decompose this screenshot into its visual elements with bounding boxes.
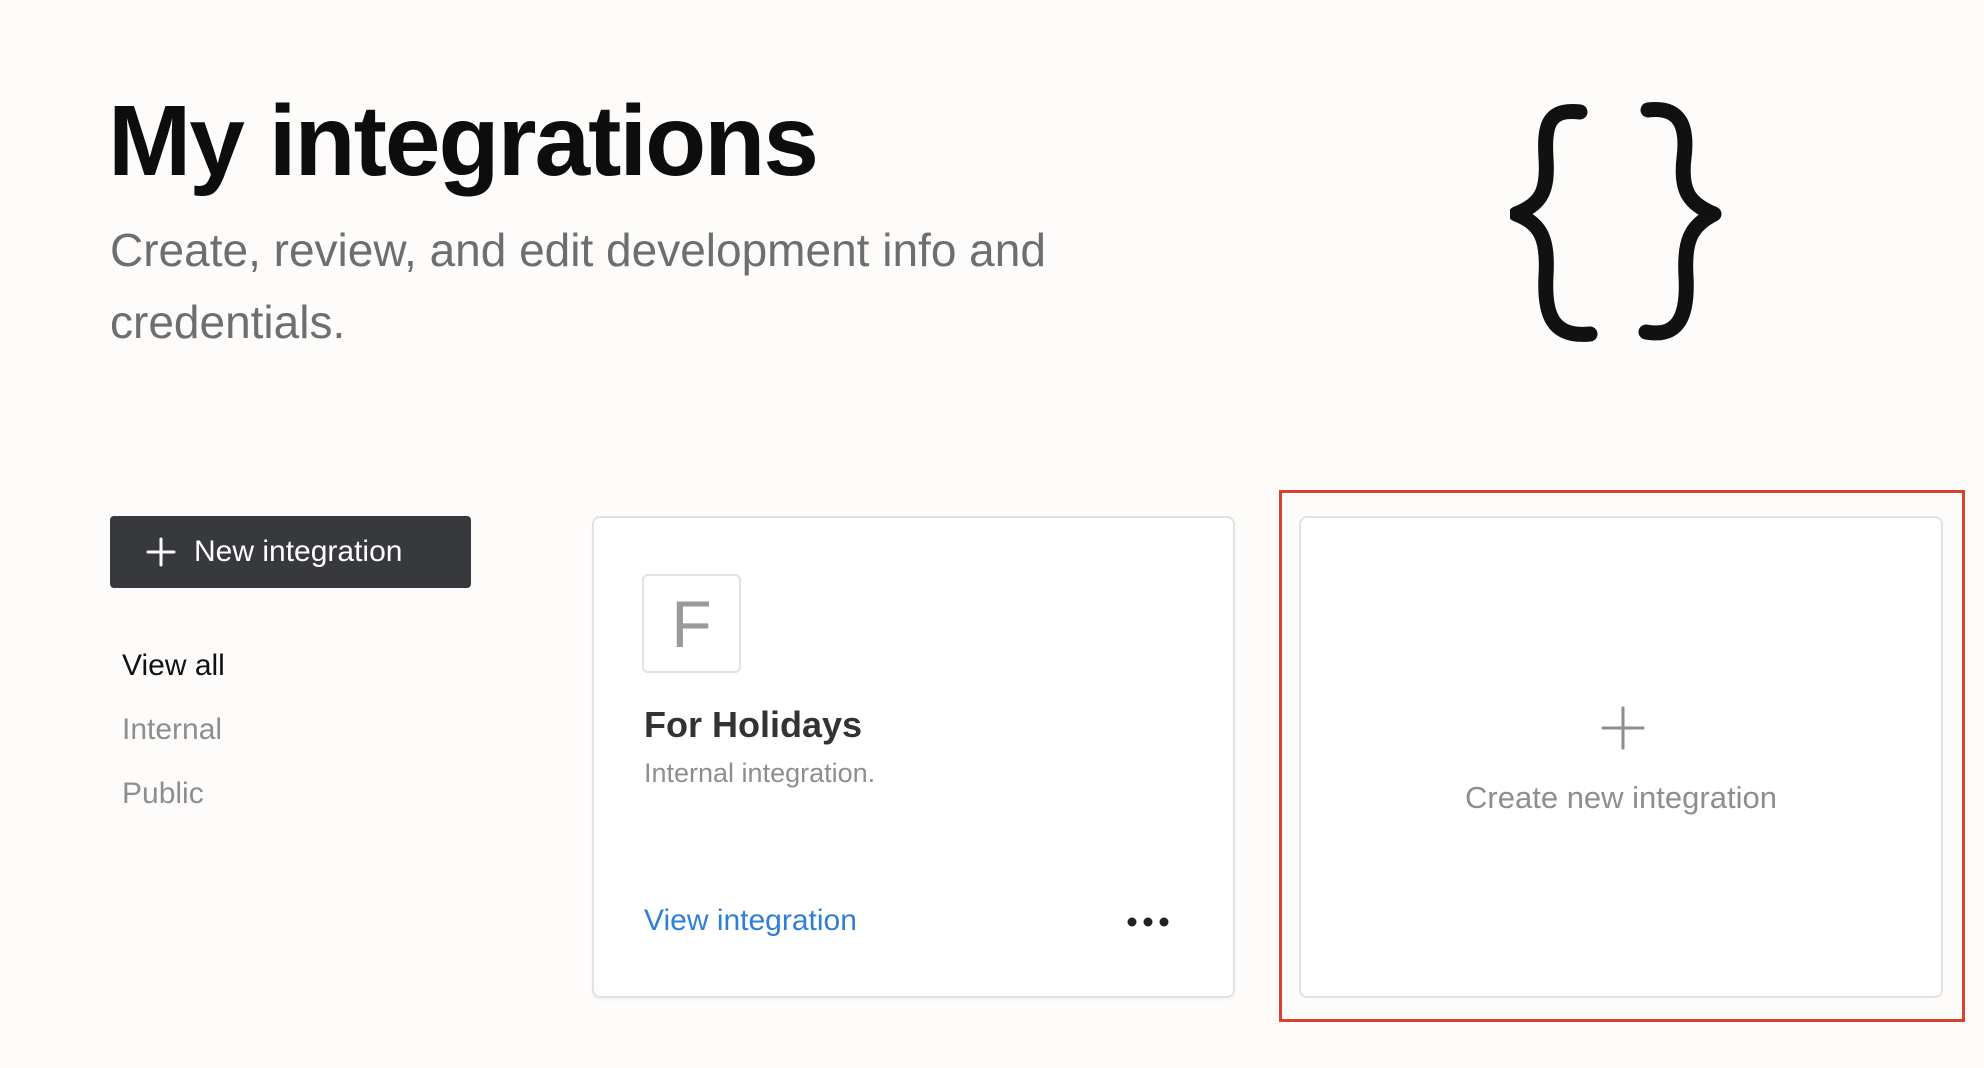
integration-card: F For Holidays Internal integration. Vie… [592,516,1235,998]
filter-view-all[interactable]: View all [122,640,225,704]
create-new-integration-card[interactable]: Create new integration [1299,516,1943,998]
plus-icon [146,537,176,567]
integration-name: For Holidays [644,704,863,745]
page-subtitle: Create, review, and edit development inf… [110,224,1046,348]
filter-public[interactable]: Public [122,768,225,832]
integration-type: Internal integration. [644,758,876,788]
page-title: My integrations [108,85,819,197]
view-integration-link[interactable]: View integration [644,904,857,938]
curly-braces-icon [1510,102,1722,342]
new-integration-button[interactable]: New integration [110,516,471,588]
create-new-integration-label: Create new integration [1465,780,1777,815]
filter-nav: View all Internal Public [122,640,225,832]
plus-icon [1601,706,1645,750]
new-integration-label: New integration [194,535,403,568]
filter-internal[interactable]: Internal [122,704,225,768]
more-horizontal-icon[interactable] [1124,906,1172,938]
integration-avatar: F [642,574,741,673]
